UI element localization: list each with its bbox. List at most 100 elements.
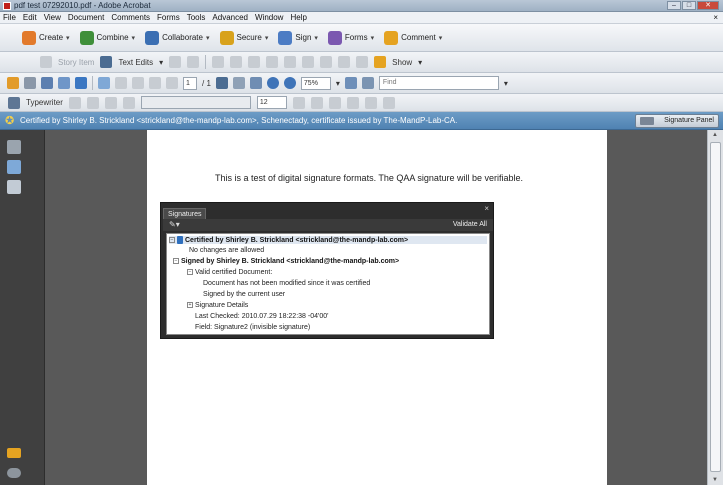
highlight-icon[interactable] <box>212 56 225 68</box>
find-input[interactable]: Find <box>378 76 499 90</box>
font-select[interactable] <box>140 96 251 109</box>
rectangle-icon[interactable] <box>230 56 243 68</box>
arrow-icon[interactable] <box>284 56 297 68</box>
hand-tool-icon[interactable] <box>232 77 245 89</box>
menu-advanced[interactable]: Advanced <box>212 13 248 22</box>
attach-icon[interactable] <box>187 56 200 68</box>
tree-item-certified[interactable]: − Certified by Shirley B. Strickland <str… <box>169 236 487 244</box>
window-controls: – □ ✕ <box>667 1 719 10</box>
strikethrough-icon[interactable] <box>346 96 359 109</box>
expand-toggle-icon[interactable]: + <box>187 302 193 309</box>
fit-width-icon[interactable] <box>344 77 357 89</box>
menu-comments[interactable]: Comments <box>111 13 150 22</box>
menu-document[interactable]: Document <box>68 13 104 22</box>
collapse-toggle-icon[interactable]: − <box>169 237 175 243</box>
pages-icon[interactable] <box>98 77 110 89</box>
cursor-icon[interactable] <box>292 96 305 109</box>
globe-icon[interactable] <box>75 77 87 89</box>
pages-panel-icon[interactable] <box>7 140 21 154</box>
signature-panel-button[interactable]: Signature Panel <box>635 114 719 128</box>
create-button[interactable]: Create ▾ <box>22 30 70 45</box>
zoom-in-icon[interactable] <box>283 77 296 89</box>
menu-help[interactable]: Help <box>290 13 306 22</box>
increase-text-icon[interactable] <box>86 96 99 109</box>
signatures-icon[interactable] <box>7 180 21 194</box>
marquee-zoom-icon[interactable] <box>249 77 262 89</box>
options-menu-icon[interactable]: ✎▾ <box>169 220 180 229</box>
bold-icon[interactable] <box>310 96 323 109</box>
menu-forms[interactable]: Forms <box>157 13 180 22</box>
acrobat-app-icon <box>3 2 11 10</box>
minimize-button[interactable]: – <box>667 1 681 10</box>
lock-icon <box>219 30 234 45</box>
text-edits-icon <box>100 56 113 68</box>
oval-icon[interactable] <box>248 56 261 68</box>
comment-button[interactable]: Comment ▾ <box>384 30 442 45</box>
secure-button[interactable]: Secure ▾ <box>219 30 268 45</box>
panel-close-icon[interactable]: × <box>484 204 489 213</box>
story-item-button[interactable]: Story Item <box>58 58 94 67</box>
open-folder-icon[interactable] <box>7 77 19 89</box>
scroll-thumb[interactable] <box>710 142 721 472</box>
combine-button[interactable]: Combine ▾ <box>79 30 135 45</box>
stamp-icon[interactable] <box>169 56 182 68</box>
cloud-icon[interactable] <box>302 56 315 68</box>
scroll-down-icon[interactable]: ▼ <box>712 477 718 483</box>
superscript-icon[interactable] <box>364 96 377 109</box>
decrease-text-icon[interactable] <box>68 96 81 109</box>
text-color-icon[interactable] <box>122 96 135 109</box>
zoom-out-icon[interactable] <box>266 77 279 89</box>
menu-window[interactable]: Window <box>255 13 283 22</box>
tree-item-not-modified[interactable]: Document has not been modified since it … <box>203 280 370 287</box>
eraser-icon[interactable] <box>356 56 369 68</box>
full-screen-icon[interactable] <box>361 77 374 89</box>
line-icon[interactable] <box>266 56 279 68</box>
menu-edit[interactable]: Edit <box>23 13 37 22</box>
typewriter-button[interactable]: Typewriter <box>26 98 63 107</box>
bookmarks-icon[interactable] <box>7 160 21 174</box>
tree-item-field[interactable]: Field: Signature2 (invisible signature) <box>195 324 310 331</box>
validate-all-button[interactable]: Validate All <box>453 221 487 228</box>
save-icon[interactable] <box>41 77 53 89</box>
vertical-scrollbar[interactable]: ▲ ▼ <box>707 130 723 485</box>
tree-item-signature-details[interactable]: + Signature Details <box>187 302 248 309</box>
show-icon <box>374 56 387 68</box>
line-spacing-icon[interactable] <box>104 96 117 109</box>
collapse-toggle-icon[interactable]: − <box>173 258 179 265</box>
text-edits-button[interactable]: Text Edits <box>118 58 153 67</box>
email-icon[interactable] <box>58 77 70 89</box>
tree-item-valid-cert[interactable]: − Valid certified Document: <box>187 269 272 276</box>
close-window-button[interactable]: ✕ <box>697 1 719 10</box>
menu-file[interactable]: File <box>3 13 16 22</box>
tree-item-signed-by-user[interactable]: Signed by the current user <box>203 291 285 298</box>
paperclip-icon[interactable] <box>7 468 21 478</box>
subscript-icon[interactable] <box>382 96 395 109</box>
maximize-button[interactable]: □ <box>682 1 696 10</box>
tree-item-last-checked[interactable]: Last Checked: 2010.07.29 18:22:38 -04'00… <box>195 313 328 320</box>
document-close-icon[interactable]: × <box>713 13 718 22</box>
tree-item-signed[interactable]: − Signed by Shirley B. Strickland <strick… <box>173 258 399 265</box>
collaborate-button[interactable]: Collaborate ▾ <box>145 30 210 45</box>
next-page-icon[interactable] <box>132 77 144 89</box>
collapse-toggle-icon[interactable]: − <box>187 269 193 276</box>
menu-view[interactable]: View <box>44 13 61 22</box>
tree-item-no-changes[interactable]: No changes are allowed <box>189 247 264 254</box>
underline-icon[interactable] <box>328 96 341 109</box>
last-page-icon[interactable] <box>166 77 178 89</box>
scroll-up-icon[interactable]: ▲ <box>712 132 718 138</box>
print-icon[interactable] <box>24 77 36 89</box>
key-icon[interactable] <box>7 448 21 458</box>
forms-button[interactable]: Forms ▾ <box>327 30 374 45</box>
zoom-level-select[interactable]: 75% <box>300 76 331 90</box>
select-tool-icon[interactable] <box>215 77 228 89</box>
sign-button[interactable]: Sign ▾ <box>278 30 318 45</box>
previous-page-icon[interactable] <box>115 77 127 89</box>
show-button[interactable]: Show <box>392 58 412 67</box>
page-number-input[interactable]: 1 <box>183 76 197 90</box>
tab-signatures[interactable]: Signatures <box>163 208 207 219</box>
menu-tools[interactable]: Tools <box>187 13 206 22</box>
pencil-icon[interactable] <box>338 56 351 68</box>
first-page-icon[interactable] <box>149 77 161 89</box>
font-size-select[interactable]: 12 <box>256 96 287 109</box>
polygon-icon[interactable] <box>320 56 333 68</box>
